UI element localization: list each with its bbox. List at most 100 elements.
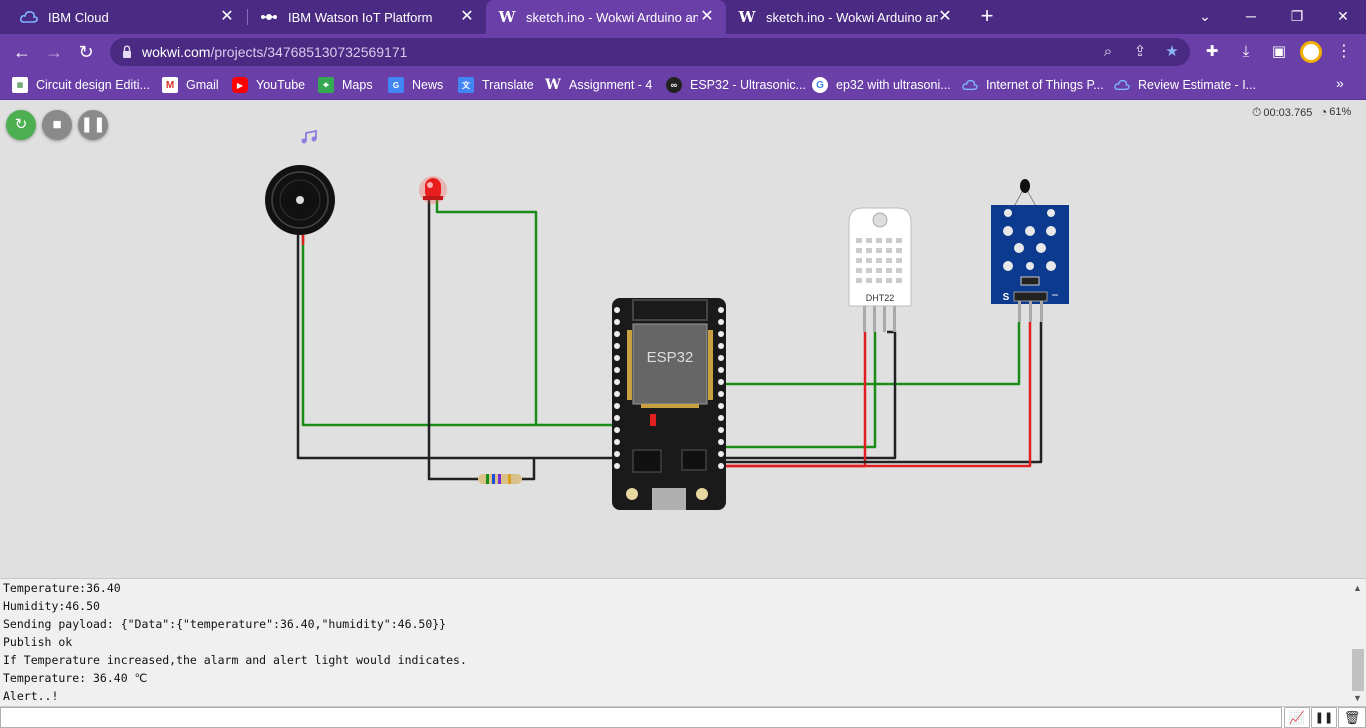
bookmark-item[interactable]: ∞ ESP32 - Ultrasonic...: [666, 75, 806, 95]
reload-icon[interactable]: ↻: [74, 40, 98, 64]
bookmark-label: Circuit design Editi...: [36, 78, 150, 92]
wire-dht-gnd[interactable]: [720, 330, 897, 460]
close-icon[interactable]: ✕: [698, 8, 716, 26]
bookmark-item[interactable]: Review Estimate - I...: [1114, 75, 1256, 95]
bookmark-item[interactable]: ⌖ Maps: [318, 75, 373, 95]
tab-title: sketch.ino - Wokwi Arduino and E: [766, 9, 938, 25]
bookmark-label: News: [412, 78, 444, 92]
tab-title: IBM Cloud: [48, 9, 109, 25]
minimize-button[interactable]: ─: [1238, 4, 1264, 28]
tab-ibm-cloud[interactable]: IBM Cloud ✕: [8, 0, 246, 34]
buzzer[interactable]: [265, 165, 335, 235]
simulator-canvas[interactable]: ↻ ■ ❚❚ ⏱ 00:03.765 ◔ 61% ESP32 DHT22 S −: [0, 101, 1366, 578]
trash-icon[interactable]: 🗑: [1338, 707, 1366, 728]
tab-wokwi-active[interactable]: W sketch.ino - Wokwi Arduino and E ✕: [486, 0, 726, 34]
dht22-sensor[interactable]: DHT22: [848, 207, 912, 332]
circuit-diagram: ESP32 DHT22 S −: [265, 129, 1069, 510]
new-tab-button[interactable]: +: [976, 5, 998, 28]
tab-strip: IBM Cloud ✕ IBM Watson IoT Platform ✕ W …: [0, 0, 1366, 34]
bookmark-star-icon[interactable]: ★: [1162, 42, 1182, 62]
tab-search-icon[interactable]: ⌄: [1192, 4, 1218, 28]
share-icon[interactable]: ⇪: [1130, 42, 1150, 62]
scroll-up-icon[interactable]: ▲: [1353, 583, 1362, 593]
watson-iot-icon: [260, 8, 278, 26]
serial-input-bar: 📈 ❚❚ 🗑: [0, 706, 1366, 728]
music-note-icon: [301, 129, 317, 144]
bookmark-item[interactable]: Gep32 with ultrasoni...: [812, 75, 951, 95]
wokwi-icon: W: [545, 77, 561, 93]
tab-watson-iot[interactable]: IBM Watson IoT Platform ✕: [248, 0, 486, 34]
dht22-label: DHT22: [866, 293, 895, 303]
bookmark-label: Internet of Things P...: [986, 78, 1104, 92]
wire-led-cathode[interactable]: [427, 200, 478, 481]
tab-title: sketch.ino - Wokwi Arduino and E: [526, 9, 698, 25]
bookmark-label: Translate: [482, 78, 534, 92]
wire-ntc-gnd[interactable]: [720, 322, 1043, 464]
resistor[interactable]: [478, 474, 522, 484]
download-icon[interactable]: ⤓: [1236, 42, 1256, 62]
wire-dht-data[interactable]: [720, 332, 877, 449]
side-panel-icon[interactable]: ▣: [1269, 42, 1289, 62]
bookmark-item[interactable]: G News: [388, 75, 443, 95]
close-window-button[interactable]: ✕: [1330, 4, 1356, 28]
serial-monitor: Temperature:36.40 Humidity:46.50 Sending…: [0, 578, 1366, 707]
zoom-icon[interactable]: ⌕: [1098, 42, 1118, 62]
ntc-pin-s-label: S: [1003, 292, 1010, 303]
translate-icon: 文: [458, 77, 474, 93]
bookmark-item[interactable]: ▦ Circuit design Editi...: [12, 75, 150, 95]
browser-toolbar: ← → ↻ wokwi.com/projects/347685130732569…: [0, 34, 1366, 70]
esp32-board[interactable]: ESP32: [612, 298, 726, 510]
serial-output: Temperature:36.40 Humidity:46.50 Sending…: [3, 579, 1343, 707]
serial-line: Sending payload: {"Data":{"temperature":…: [3, 617, 447, 631]
tab-title: IBM Watson IoT Platform: [288, 9, 433, 25]
bookmark-label: Assignment - 4: [569, 78, 653, 92]
ibm-cloud-icon: [1114, 77, 1130, 93]
esp32-label: ESP32: [647, 349, 694, 366]
wokwi-icon: W: [498, 8, 516, 26]
menu-dots-icon[interactable]: ⋮: [1336, 42, 1352, 62]
serial-line: Humidity:46.50: [3, 599, 100, 613]
bookmark-item[interactable]: Internet of Things P...: [962, 75, 1104, 95]
close-icon[interactable]: ✕: [936, 8, 954, 26]
bookmarks-bar: ▦ Circuit design Editi... M Gmail ▶ YouTube…: [0, 70, 1366, 100]
serial-scrollbar[interactable]: ▲ ▼: [1350, 579, 1366, 707]
ntc-temperature-sensor[interactable]: S −: [991, 179, 1069, 322]
serial-input[interactable]: [0, 707, 1282, 728]
close-icon[interactable]: ✕: [458, 8, 476, 26]
bookmark-item[interactable]: W Assignment - 4: [545, 75, 652, 95]
red-led[interactable]: [419, 176, 447, 204]
scroll-down-icon[interactable]: ▼: [1353, 693, 1362, 703]
profile-avatar[interactable]: [1300, 41, 1322, 63]
plotter-icon[interactable]: 📈: [1284, 707, 1310, 728]
bookmark-label: ep32 with ultrasoni...: [836, 78, 951, 92]
restore-button[interactable]: ❐: [1284, 4, 1310, 28]
bookmark-item[interactable]: 文 Translate: [458, 75, 534, 95]
scroll-thumb[interactable]: [1352, 649, 1364, 691]
wire-ntc-signal[interactable]: [720, 322, 1021, 386]
bookmark-item[interactable]: M Gmail: [162, 75, 219, 95]
serial-line: If Temperature increased,the alarm and a…: [3, 653, 467, 667]
ibm-cloud-icon: [962, 77, 978, 93]
extensions-icon[interactable]: ✚: [1202, 42, 1222, 62]
forward-arrow-icon[interactable]: →: [42, 40, 66, 64]
close-icon[interactable]: ✕: [218, 8, 236, 26]
gmail-icon: M: [162, 77, 178, 93]
wire-resistor-gnd[interactable]: [522, 458, 536, 481]
back-arrow-icon[interactable]: ←: [10, 40, 34, 64]
serial-line: Temperature:36.40: [3, 581, 121, 595]
pause-serial-icon[interactable]: ❚❚: [1311, 707, 1337, 728]
url-text: wokwi.com/projects/347685130732569171: [142, 44, 407, 60]
tab-wokwi[interactable]: W sketch.ino - Wokwi Arduino and E ✕: [726, 0, 964, 34]
more-bookmarks-icon[interactable]: »: [1336, 75, 1344, 91]
wire-led-anode[interactable]: [435, 200, 538, 425]
serial-line: Temperature: 36.40 ℃: [3, 671, 148, 685]
url-host: wokwi.com: [142, 44, 211, 60]
circuit-icon: ▦: [12, 77, 28, 93]
bookmark-label: ESP32 - Ultrasonic...: [690, 78, 807, 92]
wire-buzzer-signal[interactable]: [301, 235, 620, 427]
bookmark-label: Maps: [342, 78, 373, 92]
bookmark-label: Review Estimate - I...: [1138, 78, 1257, 92]
url-path: /projects/347685130732569171: [210, 44, 408, 60]
bookmark-item[interactable]: ▶ YouTube: [232, 75, 305, 95]
address-bar[interactable]: wokwi.com/projects/347685130732569171 ⌕ …: [110, 38, 1190, 66]
